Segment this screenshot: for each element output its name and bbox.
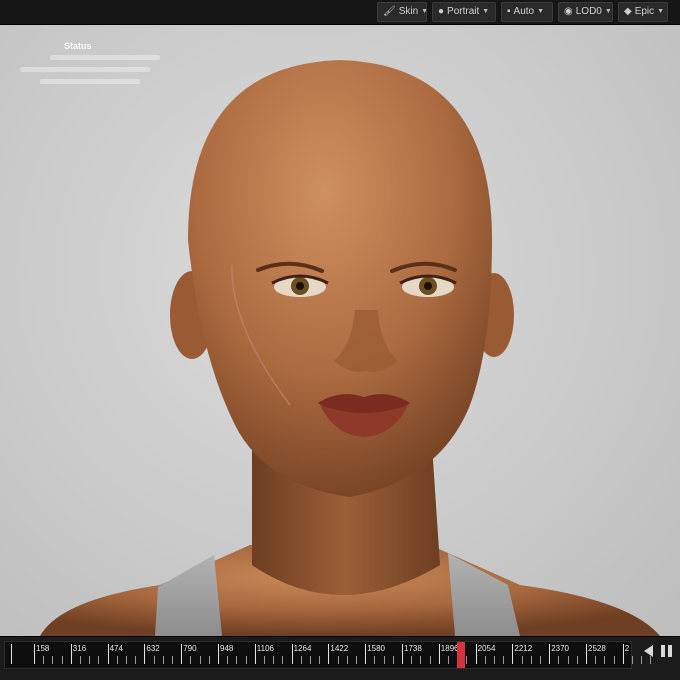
lod-dropdown[interactable]: ◉ LOD0 ▼ [558, 2, 613, 22]
timeline-tick-label: 1422 [330, 644, 349, 653]
chevron-down-icon: ▼ [537, 8, 545, 15]
timeline-tick-label: 2528 [588, 644, 606, 653]
status-overlay-line [40, 79, 140, 84]
status-overlay-title: Status [64, 41, 92, 51]
status-overlay-line [50, 55, 160, 60]
chevron-down-icon: ▼ [657, 8, 665, 15]
timeline-tick-label: 1106 [256, 644, 274, 653]
camera-portrait-icon: ● [438, 6, 445, 17]
quality-label: Epic [634, 6, 655, 17]
chevron-down-icon: ▼ [482, 8, 490, 15]
timeline-tick-label: 158 [36, 644, 50, 653]
brush-icon: 🖌 [383, 6, 396, 17]
lod-label: LOD0 [575, 6, 602, 17]
character-portrait [40, 60, 660, 636]
timeline-tick-label: 1264 [293, 644, 312, 653]
play-reverse-icon[interactable] [644, 645, 653, 657]
diamond-icon: ◆ [624, 6, 632, 17]
portrait-label: Portrait [447, 6, 480, 17]
skin-label: Skin [398, 6, 419, 17]
chevron-down-icon: ▼ [604, 8, 612, 15]
layers-icon: ◉ [564, 6, 573, 17]
grid-plus-icon: ▪ [507, 6, 511, 17]
viewport-toolbar: 🖌 Skin ▼ ● Portrait ▼ ▪ Auto ▼ ◉ LOD0 ▼ … [0, 0, 680, 25]
chevron-down-icon: ▼ [421, 8, 429, 15]
timeline-playhead[interactable] [457, 642, 465, 668]
portrait-dropdown[interactable]: ● Portrait ▼ [432, 2, 496, 22]
pause-icon[interactable] [661, 645, 673, 657]
timeline-tick-label: 790 [183, 644, 197, 653]
timeline-tick-label: 2054 [477, 644, 496, 653]
status-overlay-line [20, 67, 150, 72]
timeline-track[interactable]: 158 316 474 632 790 948 1106 1264 1422 1580 1738 18… [4, 641, 652, 669]
timeline-tick-label: 474 [109, 644, 123, 653]
timeline-tick-label: 1896 [440, 644, 459, 653]
3d-viewport[interactable]: Status [0, 25, 680, 636]
timeline-tick-label: 2 [624, 644, 630, 653]
timeline-tick-label: 2212 [514, 644, 533, 653]
timeline-tick-label: 316 [72, 644, 87, 653]
timeline-tick-label: 948 [220, 644, 234, 653]
skin-dropdown[interactable]: 🖌 Skin ▼ [377, 2, 429, 22]
timeline-tick-label: 632 [146, 644, 160, 653]
metahuman-viewer: 🖌 Skin ▼ ● Portrait ▼ ▪ Auto ▼ ◉ LOD0 ▼ … [0, 0, 680, 680]
timeline-bar: 158 316 474 632 790 948 1106 1264 1422 1580 1738 18… [0, 636, 680, 680]
quality-dropdown[interactable]: ◆ Epic ▼ [618, 2, 668, 22]
timeline-tick-label: 1738 [404, 644, 422, 653]
auto-label: Auto [513, 6, 535, 17]
timeline-tick-label: 1580 [367, 644, 385, 653]
timeline-tick-label: 2370 [551, 644, 569, 653]
auto-dropdown[interactable]: ▪ Auto ▼ [501, 2, 553, 22]
